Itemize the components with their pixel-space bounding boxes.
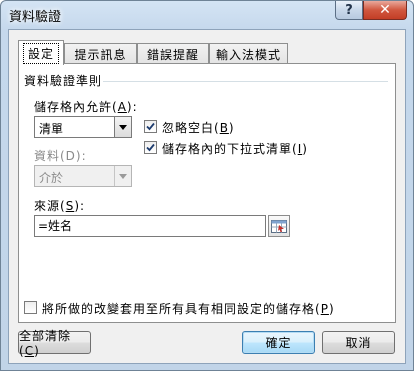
clear-all-button[interactable]: 全部清除(C) bbox=[18, 329, 91, 358]
data-select-value: 介於 bbox=[39, 171, 64, 185]
tab-ime-mode[interactable]: 輸入法模式 bbox=[209, 43, 288, 64]
dialog-body: 設定 提示訊息 錯誤提醒 輸入法模式 資料驗證準則 儲存格內允許(A): 清單 bbox=[8, 29, 406, 364]
tab-error-alert-label: 錯誤提醒 bbox=[146, 47, 199, 62]
in-cell-dropdown-label[interactable]: 儲存格內的下拉式清單(I) bbox=[162, 140, 308, 157]
help-icon: ? bbox=[345, 2, 353, 18]
collapse-dialog-button[interactable] bbox=[268, 215, 290, 237]
dialog-title: 資料驗證 bbox=[9, 10, 62, 25]
range-select-icon bbox=[271, 219, 287, 233]
ok-button[interactable]: 確定 bbox=[242, 331, 315, 354]
ignore-blank-label[interactable]: 忽略空白(B) bbox=[162, 119, 235, 136]
in-cell-dropdown-checkbox[interactable] bbox=[144, 141, 157, 154]
group-divider bbox=[103, 81, 388, 82]
chevron-down-icon[interactable] bbox=[114, 117, 131, 137]
close-icon: ✕ bbox=[379, 2, 391, 18]
allow-label: 儲存格內允許(A): bbox=[34, 100, 138, 114]
cancel-button[interactable]: 取消 bbox=[322, 331, 395, 354]
check-icon bbox=[146, 122, 155, 131]
check-icon bbox=[146, 143, 155, 152]
tab-settings[interactable]: 設定 bbox=[18, 40, 64, 65]
allow-select[interactable]: 清單 bbox=[34, 116, 132, 138]
ok-label: 確定 bbox=[265, 336, 292, 350]
data-select: 介於 bbox=[34, 165, 132, 187]
tab-error-alert[interactable]: 錯誤提醒 bbox=[137, 43, 209, 64]
ignore-blank-checkbox[interactable] bbox=[144, 120, 157, 133]
tab-input-message-label: 提示訊息 bbox=[74, 47, 127, 62]
source-label: 來源(S): bbox=[34, 199, 86, 213]
allow-select-value: 清單 bbox=[39, 122, 64, 136]
clear-all-label: 全部清除(C) bbox=[19, 329, 72, 358]
title-bar[interactable]: 資料驗證 ? ✕ bbox=[1, 1, 413, 29]
tab-input-message[interactable]: 提示訊息 bbox=[64, 43, 137, 64]
data-validation-dialog: 資料驗證 ? ✕ 設定 提示訊息 錯誤提醒 輸入法模式 資料驗證準則 儲存格內允… bbox=[0, 0, 414, 371]
settings-panel: 資料驗證準則 儲存格內允許(A): 清單 資料(D): 介於 忽略空白(B) 儲… bbox=[18, 63, 396, 323]
data-label: 資料(D): bbox=[34, 149, 87, 163]
cancel-label: 取消 bbox=[345, 336, 372, 350]
source-input[interactable] bbox=[38, 218, 245, 232]
source-field[interactable] bbox=[34, 215, 266, 237]
apply-all-checkbox[interactable] bbox=[24, 301, 37, 314]
tab-ime-mode-label: 輸入法模式 bbox=[215, 47, 281, 62]
criteria-group-title: 資料驗證準則 bbox=[24, 74, 103, 88]
help-button[interactable]: ? bbox=[335, 1, 363, 20]
chevron-down-icon bbox=[114, 166, 131, 186]
apply-all-label[interactable]: 將所做的改變套用至所有具有相同設定的儲存格(P) bbox=[42, 300, 335, 317]
close-button[interactable]: ✕ bbox=[363, 1, 407, 20]
tab-settings-label: 設定 bbox=[22, 42, 59, 64]
